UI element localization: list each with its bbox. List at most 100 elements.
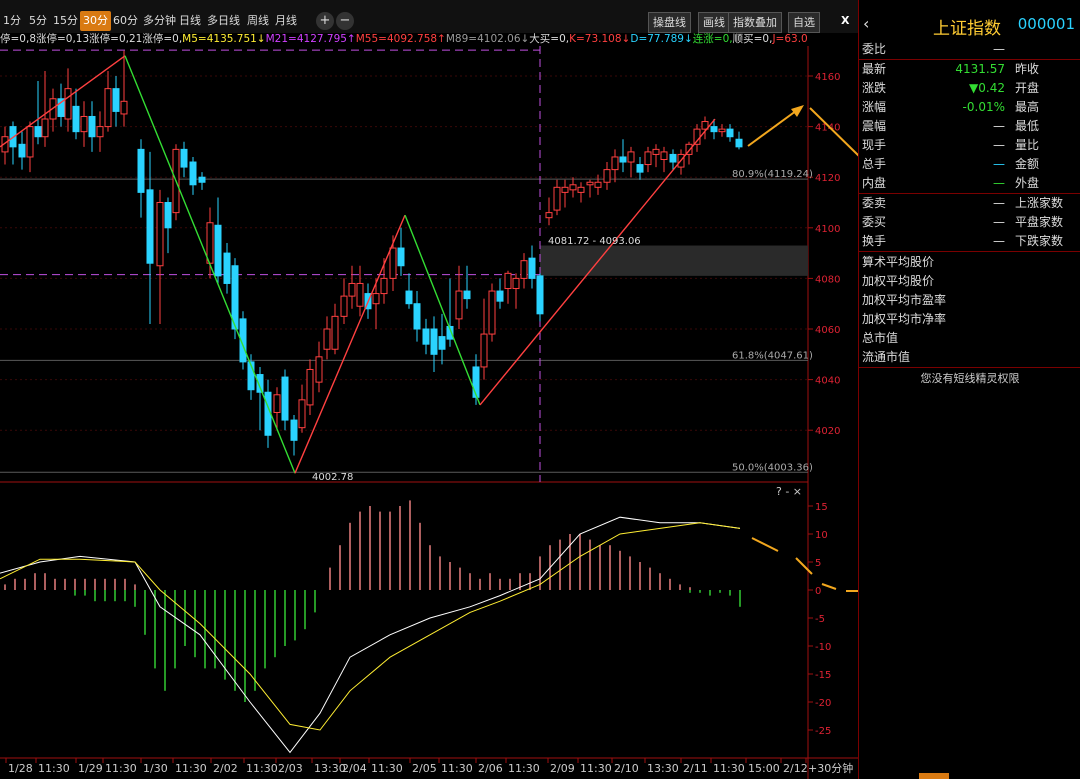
period-5-button[interactable]: 多分钟 — [140, 11, 179, 31]
candle-body — [472, 366, 480, 398]
time-tick-label: 11:30 — [371, 762, 403, 775]
candle-body — [586, 181, 594, 186]
candle-body — [64, 88, 72, 120]
price-tick-label: 4100 — [815, 224, 840, 235]
period-9-button[interactable]: 月线 — [272, 11, 300, 31]
panel-separator — [859, 251, 1080, 252]
indicator-8: 连涨=0, — [692, 33, 733, 45]
close-chart-button[interactable]: X — [838, 11, 852, 31]
zoom-in-button[interactable]: + — [316, 12, 334, 30]
quote-label2-8: 上涨家数 — [1015, 196, 1064, 210]
period-8-button[interactable]: 周线 — [244, 11, 272, 31]
price-tick-label: 4120 — [815, 173, 840, 184]
quote-panel: ‹ 上证指数 000001 委比 — 最新 4131.57 昨收 涨跌 ▼0.42 开盘 涨幅 -… — [858, 0, 1080, 779]
quote-value-0: — — [993, 42, 1005, 56]
time-tick-label: 13:30 — [314, 762, 346, 775]
time-tick-label: 2/11 — [683, 762, 708, 775]
candle-body — [528, 257, 536, 279]
time-tick-label: 2/12 — [783, 762, 808, 775]
period-3-button[interactable]: 30分 — [80, 11, 111, 31]
candle-body — [223, 252, 231, 284]
projection-arrowhead — [791, 105, 804, 117]
period-6-button[interactable]: 日线 — [176, 11, 204, 31]
quote-label2-9: 平盘家数 — [1015, 215, 1064, 229]
quote-label-0: 委比 — [862, 42, 887, 56]
period-0-button[interactable]: 1分 — [0, 11, 24, 31]
stat-label-0: 算术平均股价 — [862, 255, 935, 269]
candle-body — [88, 115, 96, 138]
price-tick-label: 4080 — [815, 274, 840, 285]
chart-area[interactable]: 4020404040604080410041204140416080.9%(41… — [0, 46, 858, 779]
candle-body — [356, 282, 364, 307]
candle-body — [405, 290, 413, 305]
control-line-button[interactable]: 操盘线 — [648, 12, 691, 33]
candle-body — [306, 368, 314, 406]
candle-body — [34, 126, 42, 138]
candle-body — [389, 247, 397, 279]
fib-label: 80.9%(4119.24) — [732, 169, 813, 180]
time-tick-label: 1/28 — [8, 762, 33, 775]
macd-tick-label: -20 — [815, 698, 831, 709]
time-tick-label: 2/03 — [278, 762, 303, 775]
candle-body — [214, 224, 222, 277]
period-4-button[interactable]: 60分 — [110, 11, 141, 31]
fib-label: 50.0%(4003.36) — [732, 462, 813, 473]
panel-footer-tab[interactable] — [919, 773, 949, 779]
candle-body — [397, 247, 405, 267]
candle-body — [636, 164, 644, 173]
zoom-out-button[interactable]: − — [336, 12, 354, 30]
candle-body — [569, 184, 577, 191]
time-tick-label: 11:30 — [246, 762, 278, 775]
quote-label2-5: 量比 — [1015, 138, 1040, 152]
candle-body — [545, 212, 553, 219]
quote-label-2: 涨跌 — [862, 81, 887, 95]
back-icon[interactable]: ‹ — [863, 14, 869, 33]
time-tick-label: 13:30 — [647, 762, 679, 775]
quote-label-5: 现手 — [862, 138, 887, 152]
macd-projection-arrow — [821, 583, 837, 590]
period-2-button[interactable]: 15分 — [50, 11, 81, 31]
candle-body — [553, 186, 561, 211]
indicator-9: 顺买=0, — [732, 33, 773, 45]
candle-body — [380, 277, 388, 295]
index-overlay-button[interactable]: 指数叠加 — [728, 12, 782, 33]
quote-label-10: 换手 — [862, 234, 887, 248]
time-tick-label: 11:30 — [580, 762, 612, 775]
candle-body — [104, 88, 112, 128]
indicator-6: K=73.108↓ — [569, 33, 631, 45]
quote-value-3: -0.01% — [962, 100, 1005, 114]
price-tick-label: 4160 — [815, 72, 840, 83]
macd-tick-label: 5 — [815, 558, 821, 569]
candle-body — [577, 186, 585, 193]
watchlist-button[interactable]: 自选 — [788, 12, 820, 33]
candle-body — [603, 169, 611, 183]
quote-label-7: 内盘 — [862, 176, 887, 190]
price-tick-label: 4020 — [815, 426, 840, 437]
candle-body — [298, 399, 306, 429]
candle-body — [198, 176, 206, 183]
candle-body — [627, 151, 635, 163]
candle-body — [520, 260, 528, 279]
price-tick-label: 4040 — [815, 376, 840, 387]
candle-body — [422, 328, 430, 345]
panel-separator — [859, 367, 1080, 368]
quote-value-1: 4131.57 — [955, 62, 1005, 76]
stock-name: 上证指数 — [933, 19, 1001, 39]
price-annotation: 4002.78 — [312, 472, 353, 483]
candle-body — [438, 336, 446, 350]
price-zone-box — [540, 245, 808, 276]
stat-label-4: 总市值 — [862, 331, 899, 345]
candle-body — [693, 128, 701, 145]
candle-body — [340, 295, 348, 317]
time-tick-label: 11:30 — [713, 762, 745, 775]
quote-value-9: — — [993, 215, 1005, 229]
period-7-button[interactable]: 多日线 — [204, 11, 243, 31]
candle-body — [735, 138, 743, 148]
quote-label-8: 委卖 — [862, 196, 887, 210]
period-1-button[interactable]: 5分 — [26, 11, 50, 31]
draw-line-button[interactable]: 画线 — [698, 12, 730, 33]
quote-value-5: — — [993, 138, 1005, 152]
macd-tick-label: -15 — [815, 670, 831, 681]
quote-label-3: 涨幅 — [862, 100, 887, 114]
quote-value-8: — — [993, 196, 1005, 210]
